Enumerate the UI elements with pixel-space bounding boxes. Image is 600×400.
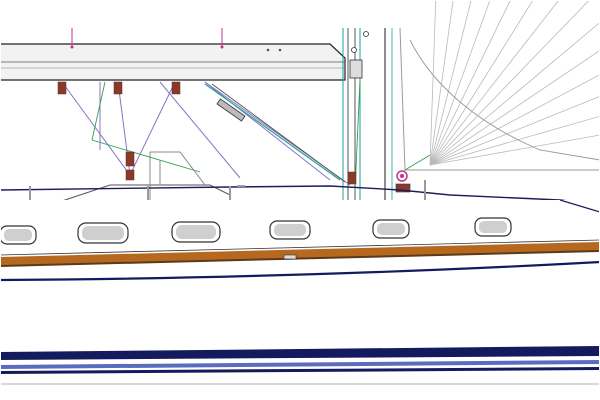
coachroof bbox=[49, 151, 231, 206]
portlight-icon bbox=[0, 225, 37, 245]
mainsheet-vang bbox=[204, 83, 346, 183]
sailboat-drawing bbox=[0, 0, 600, 400]
portlight-icon bbox=[77, 222, 129, 244]
sail-panel-line bbox=[429, 134, 600, 166]
sail-edge bbox=[399, 27, 600, 171]
turnbuckle-icon bbox=[347, 171, 357, 185]
sail-panel-line bbox=[429, 0, 454, 166]
portlight-icon bbox=[474, 217, 512, 237]
turnbuckle-icon bbox=[113, 81, 123, 95]
drawing-frame bbox=[0, 0, 600, 400]
portlight-icon bbox=[171, 221, 221, 243]
winch bbox=[395, 170, 411, 193]
sail-panel-line bbox=[429, 115, 600, 166]
turnbuckle-icon bbox=[57, 81, 67, 95]
turnbuckles bbox=[57, 81, 357, 185]
sail-panel-lines bbox=[409, 0, 600, 166]
sail-panel-line bbox=[429, 0, 491, 166]
turnbuckle-icon bbox=[125, 151, 135, 167]
turnbuckle-icon bbox=[171, 81, 181, 95]
bimini-top bbox=[0, 28, 346, 81]
portlight-icon bbox=[269, 220, 311, 240]
sail-panel-line bbox=[429, 0, 511, 166]
sail-panel-line bbox=[429, 0, 437, 166]
turnbuckle-icon bbox=[125, 169, 135, 181]
portlight-icon bbox=[372, 219, 410, 239]
rigging-lines bbox=[61, 81, 351, 186]
waterline-stripes bbox=[0, 346, 600, 385]
sheet-lines bbox=[91, 79, 431, 191]
